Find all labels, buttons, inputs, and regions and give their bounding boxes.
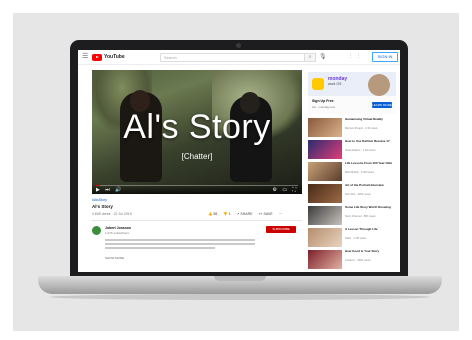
recommended-video-title[interactable]: Humanising Virtual Reality [345, 117, 395, 122]
hamburger-menu-icon[interactable]: ☰ [82, 53, 88, 61]
video-thumbnail[interactable] [308, 184, 342, 203]
microphone-icon[interactable]: 🎙 [319, 53, 327, 60]
recommended-video[interactable]: A Lesson Through Life Talks · 1.2M views [308, 227, 396, 248]
save-button[interactable]: ≡+ SAVE [258, 212, 272, 216]
recommended-video-title[interactable]: Art of the Portrait Interview [345, 183, 395, 188]
laptop-shadow [50, 294, 430, 300]
video-thumbnail[interactable] [308, 118, 342, 137]
recommended-video-title[interactable]: How to Use DaVinci Resolve 17 [345, 139, 395, 144]
subscribe-button[interactable]: SUBSCRIBE [266, 226, 296, 233]
progress-bar[interactable] [96, 185, 298, 186]
play-controls[interactable]: ▶ ⏭ 🔊 [96, 187, 123, 193]
like-button[interactable]: 👍 58 [208, 212, 217, 216]
video-thumbnail[interactable] [308, 228, 342, 247]
sidebar-ad[interactable]: monday work OS Sign Up Free Ad · monday.… [308, 72, 396, 114]
divider [92, 220, 302, 221]
webcam-icon [236, 43, 241, 48]
video-thumbnail[interactable] [308, 250, 342, 269]
apps-icon[interactable]: ⋮⋮ [348, 53, 364, 59]
laptop-base [38, 276, 442, 294]
youtube-logo-text: YouTube [104, 54, 125, 60]
video-views: 4,605 views · 22 Jul 2019 [92, 212, 132, 216]
ad-banner: monday work OS [308, 72, 396, 96]
ad-person-image [368, 74, 390, 96]
video-thumbnail[interactable] [308, 162, 342, 181]
youtube-header: ☰ YouTube Search ⌕ 🎙 ⋮⋮ SIGN IN [78, 50, 400, 65]
description-line [105, 239, 255, 241]
share-button[interactable]: ↗ SHARE [237, 212, 253, 216]
player-controls: ▶ ⏭ 🔊 ⚙ ▭ ⛶ [92, 184, 302, 194]
recommended-video-title[interactable]: Life Lessons From 100 Year Olds [345, 161, 395, 166]
youtube-logo[interactable]: YouTube [92, 53, 125, 61]
recommended-video-meta: Talks · 1.2M views [345, 237, 367, 240]
sign-in-button[interactable]: SIGN IN [372, 52, 398, 62]
video-player[interactable]: Al's Story [Chatter] ▶ ⏭ 🔊 ⚙ ▭ ⛶ [92, 70, 302, 194]
ad-sponsor: Ad · monday.com [312, 105, 336, 109]
progress-fill [96, 185, 101, 186]
video-hashtags[interactable]: #AlsStory [92, 198, 107, 202]
recommended-video-title[interactable]: How Good Is Your Story [345, 249, 395, 254]
recommended-video-meta: Film Riot · 420K views [345, 193, 371, 196]
description-line [105, 243, 255, 245]
video-overlay-title: Al's Story [123, 108, 271, 146]
settings-controls[interactable]: ⚙ ▭ ⛶ [273, 187, 299, 193]
recommended-video[interactable]: How to Use DaVinci Resolve 17 Video Edito… [308, 139, 396, 160]
channel-name[interactable]: Jobert Jonsson [105, 226, 131, 230]
search-icon[interactable]: ⌕ [304, 53, 316, 62]
video-overlay-subtitle: [Chatter] [181, 152, 213, 161]
laptop-bezel: ☰ YouTube Search ⌕ 🎙 ⋮⋮ SIGN IN Al's Sto… [70, 40, 408, 276]
recommended-video-title[interactable]: Some Life Story Worth Knowing [345, 205, 395, 210]
youtube-play-icon [92, 53, 102, 61]
recommended-video[interactable]: Humanising Virtual Reality Barriers Proje… [308, 117, 396, 138]
video-thumbnail[interactable] [308, 140, 342, 159]
monday-logo-icon [312, 78, 324, 90]
more-button[interactable]: ··· [279, 212, 283, 216]
show-more-link[interactable]: SHOW MORE [105, 256, 124, 260]
ad-title: Sign Up Free [312, 99, 334, 103]
recommended-video[interactable]: How Good Is Your Story Creators · 330K vi… [308, 249, 396, 270]
recommended-video[interactable]: Life Lessons From 100 Year Olds Mind Budd… [308, 161, 396, 182]
laptop-notch [214, 276, 266, 281]
recommended-video-title[interactable]: A Lesson Through Life [345, 227, 395, 232]
recommended-video[interactable]: Some Life Story Worth Knowing Story Chann… [308, 205, 396, 226]
laptop-screen: ☰ YouTube Search ⌕ 🎙 ⋮⋮ SIGN IN Al's Sto… [78, 50, 400, 272]
video-actions: 👍 58 👎 1 ↗ SHARE ≡+ SAVE ··· [208, 212, 282, 216]
channel-avatar[interactable] [92, 226, 101, 235]
video-thumbnail[interactable] [308, 206, 342, 225]
recommended-video-meta: Creators · 330K views [345, 259, 371, 262]
recommended-video-meta: Story Channel · 88K views [345, 215, 376, 218]
video-title: Al's Story [92, 204, 113, 209]
ad-brand-sub: work OS [328, 82, 342, 86]
dislike-button[interactable]: 👎 1 [223, 212, 230, 216]
recommended-video-meta: Mind Buddy · 5.4M views [345, 171, 374, 174]
channel-subscribers: 1.07K subscribers [105, 231, 130, 235]
recommended-video-meta: Video Editors · 1.1M views [345, 149, 376, 152]
recommended-video-meta: Barriers Project · 2.3K views [345, 127, 378, 130]
search-input[interactable]: Search [160, 53, 305, 62]
ad-cta-button[interactable]: LEARN MORE [372, 102, 392, 108]
description-line [105, 247, 215, 249]
recommended-video[interactable]: Art of the Portrait Interview Film Riot ·… [308, 183, 396, 204]
